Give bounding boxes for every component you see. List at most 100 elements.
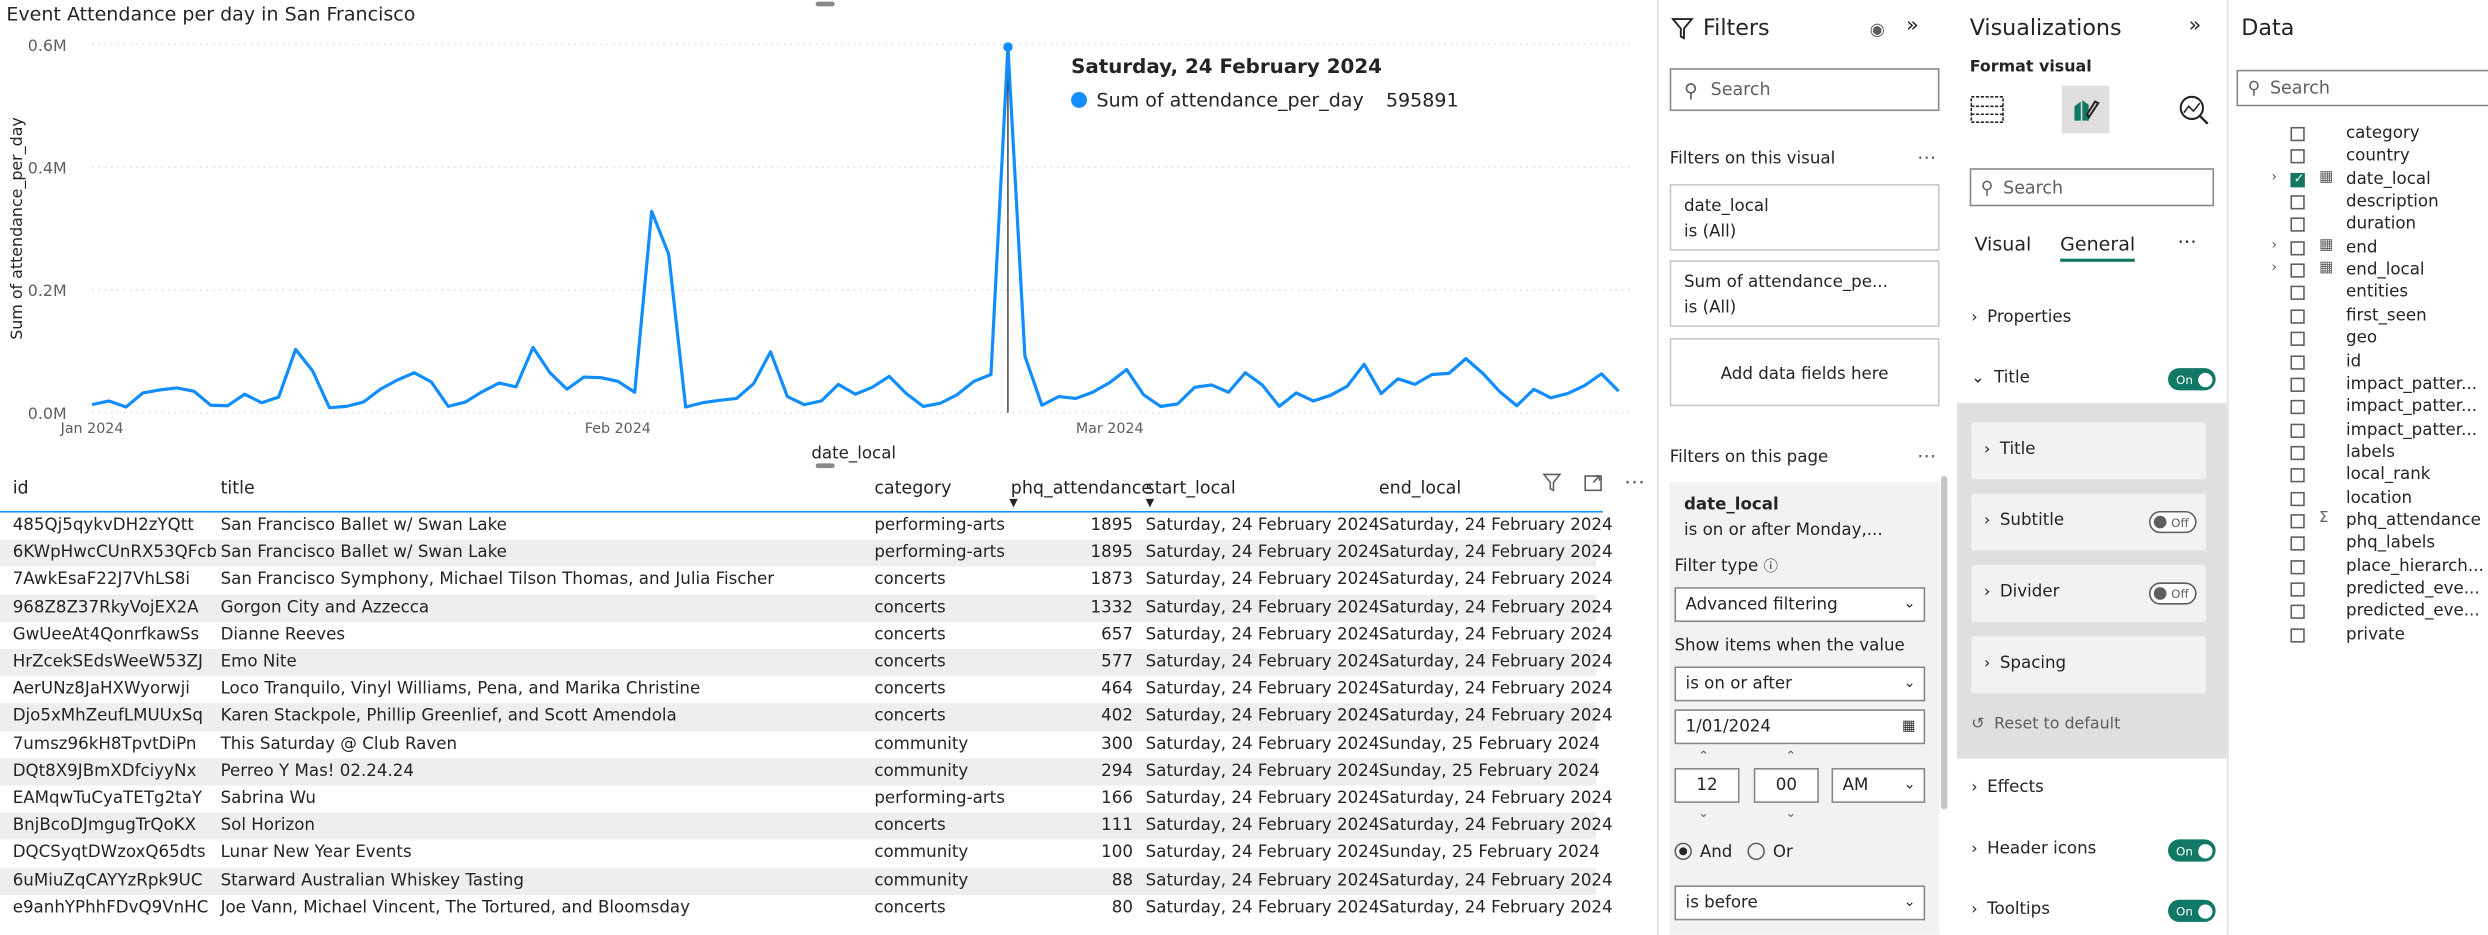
header-icons-toggle[interactable]: On bbox=[2168, 839, 2216, 861]
checkbox[interactable] bbox=[2290, 264, 2304, 278]
filters-search-input[interactable]: ⚲ Search bbox=[1670, 68, 1940, 111]
tooltips-toggle[interactable]: On bbox=[2168, 900, 2216, 922]
checkbox[interactable] bbox=[2290, 582, 2304, 596]
checkbox[interactable] bbox=[2290, 560, 2304, 574]
column-header-id[interactable]: id bbox=[13, 478, 29, 499]
line-chart[interactable]: 0.0M0.2M0.4M0.6MJan 2024Feb 2024Mar 2024… bbox=[0, 0, 1658, 470]
build-visual-icon[interactable] bbox=[1963, 86, 2011, 134]
filter-icon[interactable] bbox=[1539, 470, 1564, 495]
title-subsection[interactable]: ›Title bbox=[1971, 422, 2206, 479]
more-options-icon[interactable]: ⋯ bbox=[1622, 470, 1647, 495]
table-row[interactable]: BnjBcoDJmgugTrQoKXSol Horizonconcerts111… bbox=[0, 813, 1596, 840]
field-item[interactable]: private bbox=[2229, 622, 2488, 654]
checkbox[interactable] bbox=[2290, 537, 2304, 551]
checkbox[interactable] bbox=[2290, 605, 2304, 619]
checkbox[interactable] bbox=[2290, 241, 2304, 255]
title-toggle[interactable]: On bbox=[2168, 368, 2216, 390]
hour-input[interactable]: 12 bbox=[1674, 768, 1739, 803]
chevron-right-icon[interactable]: › bbox=[2271, 260, 2277, 276]
hour-down-icon[interactable]: ⌄ bbox=[1698, 806, 1709, 820]
more-options-icon[interactable]: ⋯ bbox=[1917, 444, 1936, 466]
collapse-filters-icon[interactable]: » bbox=[1906, 14, 1919, 38]
spacing-subsection[interactable]: ›Spacing bbox=[1971, 636, 2206, 693]
minute-input[interactable]: 00 bbox=[1754, 768, 1819, 803]
header-icons-section[interactable]: ›Header icons bbox=[1971, 839, 2096, 858]
table-row[interactable]: 6KWpHwcCUnRX53QFcbSan Francisco Ballet w… bbox=[0, 540, 1596, 567]
and-radio[interactable]: And bbox=[1674, 843, 1732, 862]
column-header-category[interactable]: category bbox=[874, 478, 951, 499]
calendar-icon[interactable]: ▦ bbox=[1902, 711, 1916, 743]
resize-handle-top[interactable] bbox=[816, 2, 835, 7]
table-row[interactable]: 6uMiuZqCAYYzRpk9UCStarward Australian Wh… bbox=[0, 867, 1596, 894]
table-row[interactable]: EAMqwTuCyaTETg2taYSabrina Wuperforming-a… bbox=[0, 785, 1596, 812]
viz-search-input[interactable]: ⚲ Search bbox=[1970, 168, 2214, 206]
visual-filter-card[interactable]: date_local is (All) bbox=[1670, 184, 1940, 251]
minute-up-icon[interactable]: ⌃ bbox=[1786, 749, 1797, 763]
checkbox[interactable] bbox=[2290, 195, 2304, 209]
divider-subsection[interactable]: ›Divider Off bbox=[1971, 565, 2206, 622]
properties-section[interactable]: ›Properties bbox=[1971, 308, 2071, 327]
checkbox[interactable] bbox=[2290, 218, 2304, 232]
table-row[interactable]: e9anhYPhhFDvQ9VnHCJoe Vann, Michael Vinc… bbox=[0, 895, 1596, 922]
table-row[interactable]: HrZcekSEdsWeeW53ZJEmo Niteconcerts577Sat… bbox=[0, 649, 1596, 676]
column-header-start-local[interactable]: start_local bbox=[1146, 478, 1236, 499]
title-section[interactable]: ⌄Title bbox=[1971, 368, 2030, 387]
checkbox[interactable] bbox=[2290, 446, 2304, 460]
table-row[interactable]: 968Z8Z37RkyVojEX2AGorgon City and Azzecc… bbox=[0, 594, 1596, 621]
chevron-right-icon[interactable]: › bbox=[2271, 169, 2277, 185]
checkbox[interactable] bbox=[2290, 286, 2304, 300]
chevron-right-icon[interactable]: › bbox=[2271, 238, 2277, 254]
add-data-fields-dropzone[interactable]: Add data fields here bbox=[1670, 338, 1940, 406]
table-row[interactable]: AerUNz8JaHXWyorwjiLoco Tranquilo, Vinyl … bbox=[0, 676, 1596, 703]
tooltips-section[interactable]: ›Tooltips bbox=[1971, 900, 2050, 919]
checkbox[interactable] bbox=[2290, 332, 2304, 346]
tab-visual[interactable]: Visual bbox=[1974, 233, 2031, 255]
eye-icon[interactable]: ◉ bbox=[1870, 19, 1885, 40]
data-search-input[interactable]: ⚲ Search bbox=[2237, 70, 2488, 106]
column-header-phq-attendance[interactable]: phq_attendance bbox=[1011, 478, 1152, 499]
hour-up-icon[interactable]: ⌃ bbox=[1698, 749, 1709, 763]
filters-scrollbar[interactable] bbox=[1941, 476, 1947, 809]
filter-type-dropdown[interactable]: Advanced filtering ⌄ bbox=[1674, 587, 1925, 622]
visual-filter-card[interactable]: Sum of attendance_pe... is (All) bbox=[1670, 260, 1940, 327]
reset-to-default-button[interactable]: ↺Reset to default bbox=[1971, 716, 2120, 733]
more-options-icon[interactable]: ⋯ bbox=[2178, 230, 2197, 252]
more-options-icon[interactable]: ⋯ bbox=[1917, 146, 1936, 168]
format-visual-icon[interactable] bbox=[2062, 86, 2110, 134]
collapse-visualizations-icon[interactable]: » bbox=[2189, 14, 2202, 38]
checkbox[interactable] bbox=[2290, 127, 2304, 141]
focus-mode-icon[interactable] bbox=[1580, 470, 1605, 495]
minute-down-icon[interactable]: ⌄ bbox=[1786, 806, 1797, 820]
checkbox[interactable] bbox=[2290, 628, 2304, 642]
table-row[interactable]: DQt8X9JBmXDfciyyNxPerreo Y Mas! 02.24.24… bbox=[0, 758, 1596, 785]
or-radio[interactable]: Or bbox=[1747, 843, 1792, 862]
checkbox[interactable] bbox=[2290, 172, 2304, 186]
table-row[interactable]: 7AwkEsaF22J7VhLS8iSan Francisco Symphony… bbox=[0, 567, 1596, 594]
checkbox[interactable] bbox=[2290, 150, 2304, 164]
subtitle-toggle[interactable]: Off bbox=[2149, 511, 2197, 533]
checkbox[interactable] bbox=[2290, 355, 2304, 369]
checkbox[interactable] bbox=[2290, 514, 2304, 528]
table-row[interactable]: DQCSyqtDWzoxQ65dtsLunar New Year Eventsc… bbox=[0, 840, 1596, 867]
table-row[interactable]: GwUeeAt4QonrfkawSsDianne Reevesconcerts6… bbox=[0, 622, 1596, 649]
table-row[interactable]: Djo5xMhZeufLMUUxSqKaren Stackpole, Phill… bbox=[0, 704, 1596, 731]
analytics-icon[interactable] bbox=[2170, 86, 2218, 134]
table-row[interactable]: 7umsz96kH8TpvtDiPnThis Saturday @ Club R… bbox=[0, 731, 1596, 758]
checkbox[interactable] bbox=[2290, 377, 2304, 391]
checkbox[interactable] bbox=[2290, 423, 2304, 437]
ampm-dropdown[interactable]: AM ⌄ bbox=[1832, 768, 1926, 803]
condition2-dropdown[interactable]: is before ⌄ bbox=[1674, 885, 1925, 920]
date1-input[interactable]: 1/01/2024 ▦ bbox=[1674, 709, 1925, 744]
checkbox[interactable] bbox=[2290, 469, 2304, 483]
checkbox[interactable] bbox=[2290, 309, 2304, 323]
checkbox[interactable] bbox=[2290, 400, 2304, 414]
condition1-dropdown[interactable]: is on or after ⌄ bbox=[1674, 666, 1925, 701]
column-header-title[interactable]: title bbox=[221, 478, 255, 499]
subtitle-subsection[interactable]: ›Subtitle Off bbox=[1971, 493, 2206, 550]
tab-general[interactable]: General bbox=[2060, 233, 2135, 262]
table-row[interactable]: 485Qj5qykvDH2zYQttSan Francisco Ballet w… bbox=[0, 513, 1596, 540]
resize-handle-bottom[interactable] bbox=[816, 463, 835, 468]
checkbox[interactable] bbox=[2290, 491, 2304, 505]
effects-section[interactable]: ›Effects bbox=[1971, 778, 2044, 797]
column-header-end-local[interactable]: end_local bbox=[1379, 478, 1461, 499]
